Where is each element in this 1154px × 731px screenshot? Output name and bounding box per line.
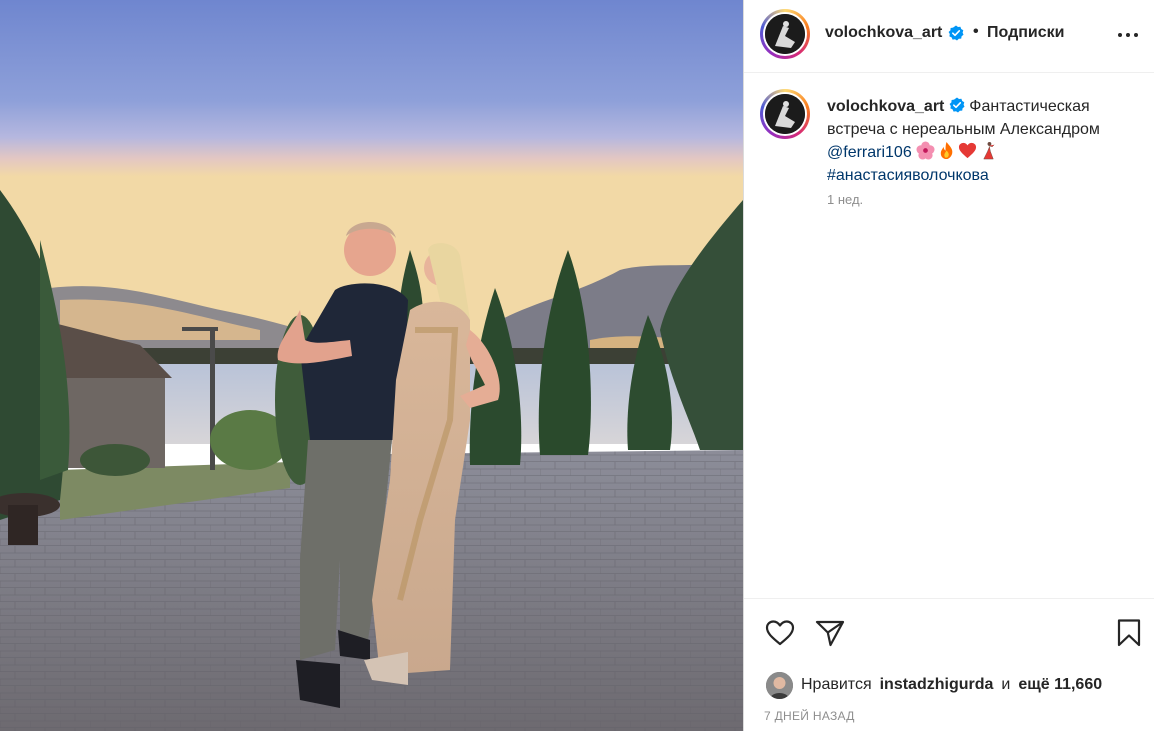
header-separator: • (973, 23, 979, 40)
bookmark-icon[interactable] (1113, 617, 1145, 649)
verified-badge-icon (948, 25, 964, 41)
post-sidebar: volochkova_art • Подписки volochkova_art… (743, 0, 1154, 731)
likes-conjunction: и (1001, 676, 1011, 693)
author-avatar[interactable] (760, 9, 810, 59)
post-date[interactable]: 7 ДНЕЙ НАЗАД (764, 709, 855, 723)
liker-avatar[interactable] (766, 671, 793, 699)
dancer-icon (983, 141, 995, 160)
likes-summary: Нравится instadzhigurda и ещё 11,660 (766, 671, 1102, 699)
like-heart-icon[interactable] (764, 617, 796, 649)
avatar-image (765, 94, 805, 134)
hashtag-link[interactable]: #анастасияволочкова (827, 167, 989, 184)
mention-link[interactable]: @ferrari106 (827, 144, 912, 161)
avatar-image (765, 14, 805, 54)
caption-author-avatar[interactable] (760, 89, 810, 139)
liker-username[interactable]: instadzhigurda (880, 676, 994, 694)
caption-username[interactable]: volochkova_art (827, 98, 944, 115)
caption-line-1: Фантастическая (969, 98, 1090, 115)
likes-prefix: Нравится (801, 676, 872, 693)
hibiscus-icon (916, 141, 935, 160)
following-button[interactable]: Подписки (987, 24, 1064, 42)
share-icon[interactable] (814, 617, 846, 649)
more-options-icon[interactable] (1114, 24, 1142, 46)
post-photo[interactable] (0, 0, 743, 731)
caption-text: volochkova_art Фантастическая встреча с … (827, 95, 1137, 187)
fire-icon (940, 141, 953, 160)
post-image (0, 0, 743, 731)
verified-badge-icon (949, 97, 965, 113)
caption-time[interactable]: 1 нед. (827, 192, 863, 207)
avatar-image (766, 671, 793, 699)
heart-icon (959, 142, 977, 159)
post-header: volochkova_art • Подписки (744, 0, 1154, 73)
author-username[interactable]: volochkova_art (825, 24, 942, 42)
likes-count[interactable]: ещё 11,660 (1018, 676, 1102, 694)
caption-line-2: встреча с нереальным Александром (827, 121, 1100, 138)
post-actions: Нравится instadzhigurda и ещё 11,660 7 Д… (744, 598, 1154, 731)
